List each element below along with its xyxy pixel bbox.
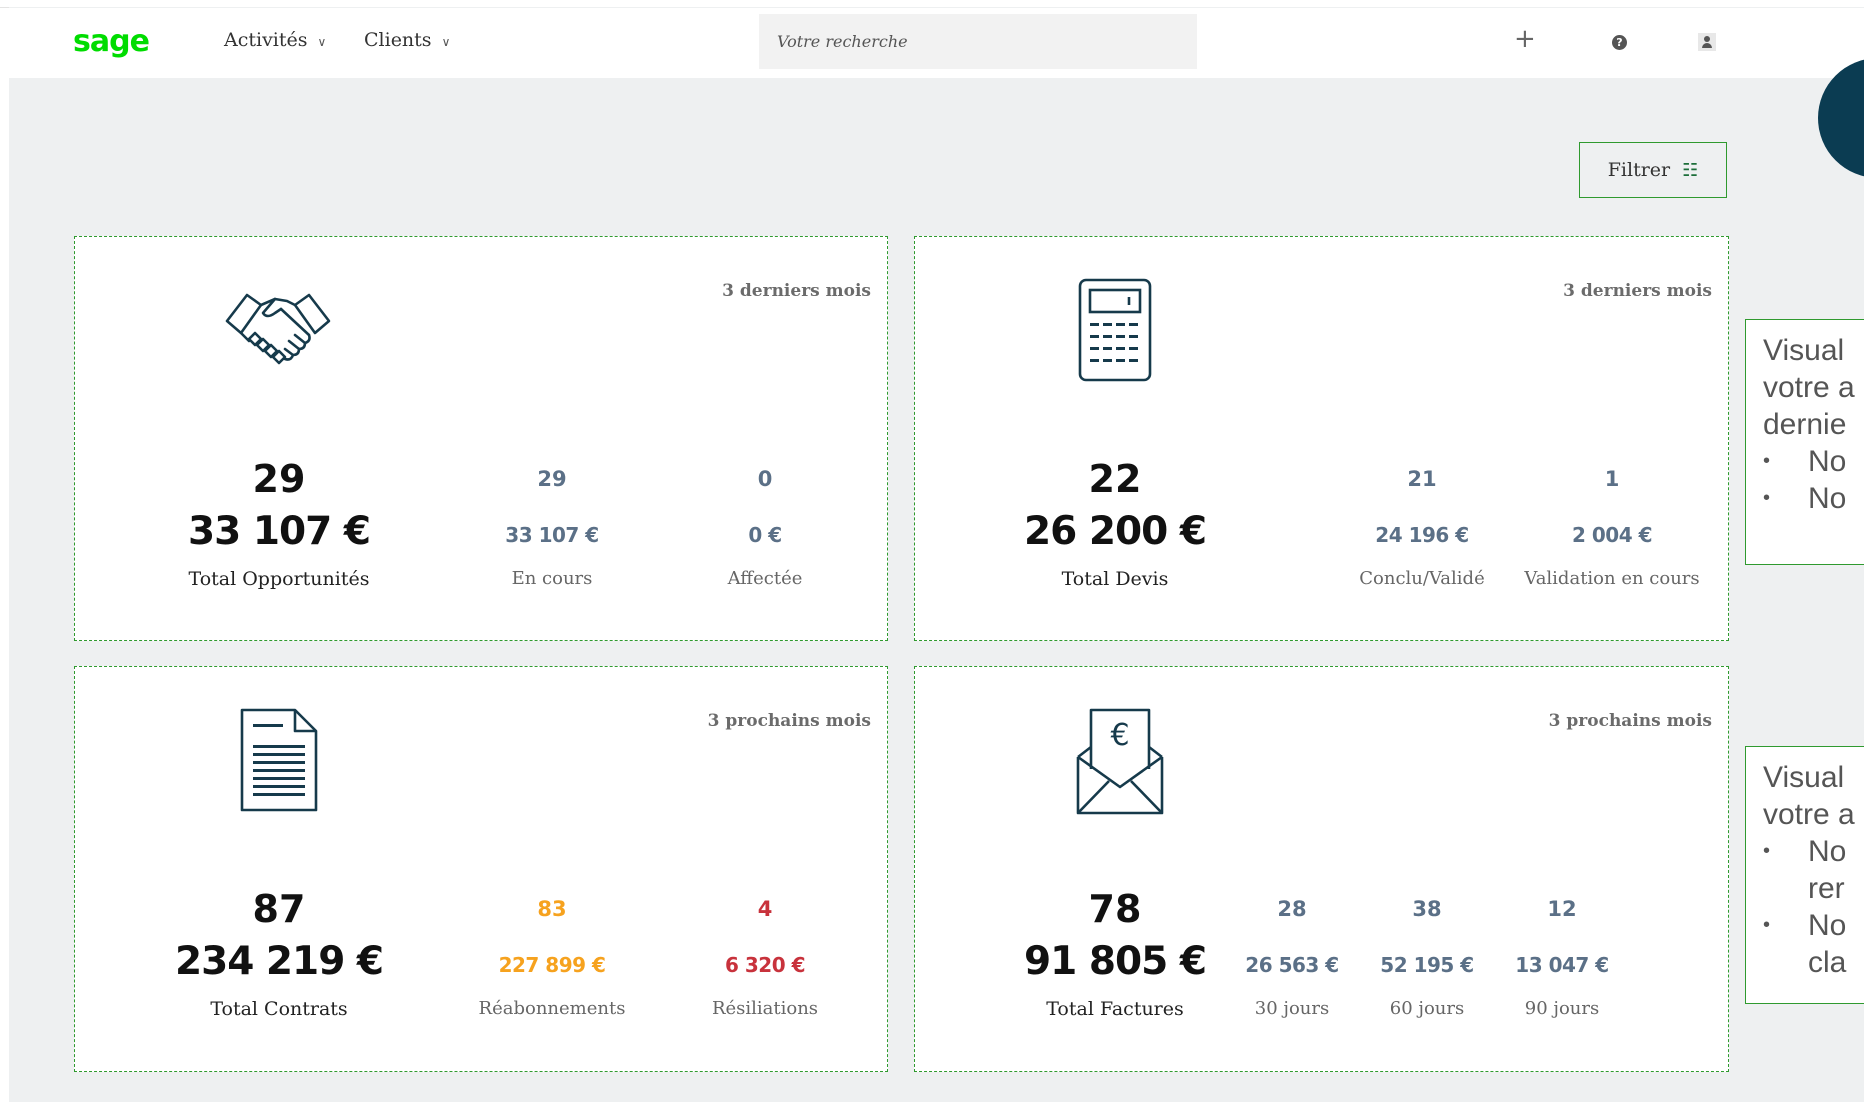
period-label: 3 prochains mois bbox=[707, 711, 871, 731]
stat-label: Réabonnements bbox=[478, 998, 626, 1019]
stat-count: 21 bbox=[1407, 467, 1437, 491]
total-label: Total Contrats bbox=[210, 998, 348, 1020]
total-count: 87 bbox=[252, 887, 306, 931]
filter-button[interactable]: Filtrer ☷ bbox=[1579, 142, 1727, 198]
stat-amount: 52 195 € bbox=[1380, 953, 1474, 977]
handshake-icon bbox=[225, 293, 331, 365]
chevron-down-icon: ∨ bbox=[441, 34, 451, 49]
stat-amount: 33 107 € bbox=[505, 523, 599, 547]
stat-amount: 24 196 € bbox=[1375, 523, 1469, 547]
chevron-down-icon: ∨ bbox=[317, 34, 327, 49]
annotation-bullet: No bbox=[1763, 907, 1864, 944]
total-count: 29 bbox=[252, 457, 306, 501]
stat-count: 1 bbox=[1604, 467, 1620, 491]
svg-text:€: € bbox=[1110, 718, 1129, 753]
nav-activites[interactable]: Activités ∨ bbox=[224, 29, 326, 51]
annotation-box-bottom: Visual votre a No rer No cla bbox=[1745, 746, 1864, 1004]
annotation-line: votre a bbox=[1763, 371, 1855, 404]
card-opportunites[interactable]: 3 derniers mois 29 33 107 € Total Opport… bbox=[74, 236, 888, 641]
stat-amount: 26 563 € bbox=[1245, 953, 1339, 977]
stat-label: 60 jours bbox=[1389, 998, 1465, 1019]
period-label: 3 derniers mois bbox=[722, 281, 871, 301]
total-amount: 33 107 € bbox=[188, 509, 371, 554]
nav-clients-label: Clients bbox=[364, 29, 432, 51]
nav-clients[interactable]: Clients ∨ bbox=[364, 29, 450, 51]
card-contrats[interactable]: 3 prochains mois 87 234 219 € Total Cont… bbox=[74, 666, 888, 1072]
calculator-icon bbox=[1078, 278, 1152, 382]
annotation-line: rer bbox=[1808, 872, 1845, 905]
invoice-envelope-icon: € bbox=[1076, 708, 1164, 815]
total-count: 22 bbox=[1088, 457, 1142, 501]
annotation-line: Visual bbox=[1763, 334, 1845, 367]
sage-logo[interactable]: sage bbox=[73, 24, 150, 59]
filter-label: Filtrer bbox=[1607, 159, 1671, 181]
stat-label: Résiliations bbox=[711, 998, 819, 1019]
stat-amount: 6 320 € bbox=[724, 953, 806, 977]
sliders-icon: ☷ bbox=[1682, 159, 1699, 181]
stat-count: 38 bbox=[1412, 897, 1442, 921]
total-label: Total Devis bbox=[1061, 568, 1169, 590]
total-amount: 26 200 € bbox=[1024, 509, 1207, 554]
help-icon[interactable]: ? bbox=[1612, 35, 1627, 50]
annotation-line: cla bbox=[1808, 946, 1847, 979]
period-label: 3 derniers mois bbox=[1563, 281, 1712, 301]
annotation-bullet: No bbox=[1763, 480, 1864, 517]
total-count: 78 bbox=[1088, 887, 1142, 931]
stat-count: 29 bbox=[537, 467, 567, 491]
annotation-line: votre a bbox=[1763, 798, 1855, 831]
stat-label: 90 jours bbox=[1524, 998, 1600, 1019]
annotation-bullet: No bbox=[1763, 443, 1864, 480]
search-input[interactable]: Votre recherche bbox=[759, 14, 1197, 69]
stat-label: Conclu/Validé bbox=[1359, 568, 1485, 589]
stat-label: En cours bbox=[511, 568, 593, 589]
stat-count: 83 bbox=[537, 897, 567, 921]
annotation-bullet: No bbox=[1763, 833, 1864, 870]
stat-amount: 13 047 € bbox=[1515, 953, 1609, 977]
stat-label: Validation en cours bbox=[1524, 568, 1700, 589]
stat-count: 12 bbox=[1547, 897, 1577, 921]
total-label: Total Opportunités bbox=[188, 568, 370, 590]
stat-amount: 0 € bbox=[748, 523, 782, 547]
nav-activites-label: Activités bbox=[224, 29, 308, 51]
stat-count: 4 bbox=[757, 897, 773, 921]
stat-amount: 2 004 € bbox=[1571, 523, 1653, 547]
total-amount: 91 805 € bbox=[1024, 939, 1207, 984]
card-factures[interactable]: 3 prochains mois € 78 91 805 € Total Fac… bbox=[914, 666, 1729, 1072]
stat-label: 30 jours bbox=[1254, 998, 1330, 1019]
stat-amount: 227 899 € bbox=[498, 953, 606, 977]
document-icon bbox=[240, 708, 318, 812]
annotation-line: dernie bbox=[1763, 408, 1847, 441]
annotation-line: Visual bbox=[1763, 761, 1845, 794]
period-label: 3 prochains mois bbox=[1548, 711, 1712, 731]
stat-count: 28 bbox=[1277, 897, 1307, 921]
annotation-box-top: Visual votre a dernie No No bbox=[1745, 319, 1864, 565]
top-navigation-bar: sage Activités ∨ Clients ∨ Votre recherc… bbox=[9, 8, 1864, 78]
user-icon[interactable] bbox=[1698, 33, 1716, 51]
total-label: Total Factures bbox=[1046, 998, 1184, 1020]
plus-icon[interactable]: + bbox=[1514, 26, 1536, 52]
card-devis[interactable]: 3 derniers mois 22 26 200 € Total Devis … bbox=[914, 236, 1729, 641]
total-amount: 234 219 € bbox=[174, 939, 384, 984]
stat-label: Affectée bbox=[727, 568, 803, 589]
stat-count: 0 bbox=[757, 467, 773, 491]
